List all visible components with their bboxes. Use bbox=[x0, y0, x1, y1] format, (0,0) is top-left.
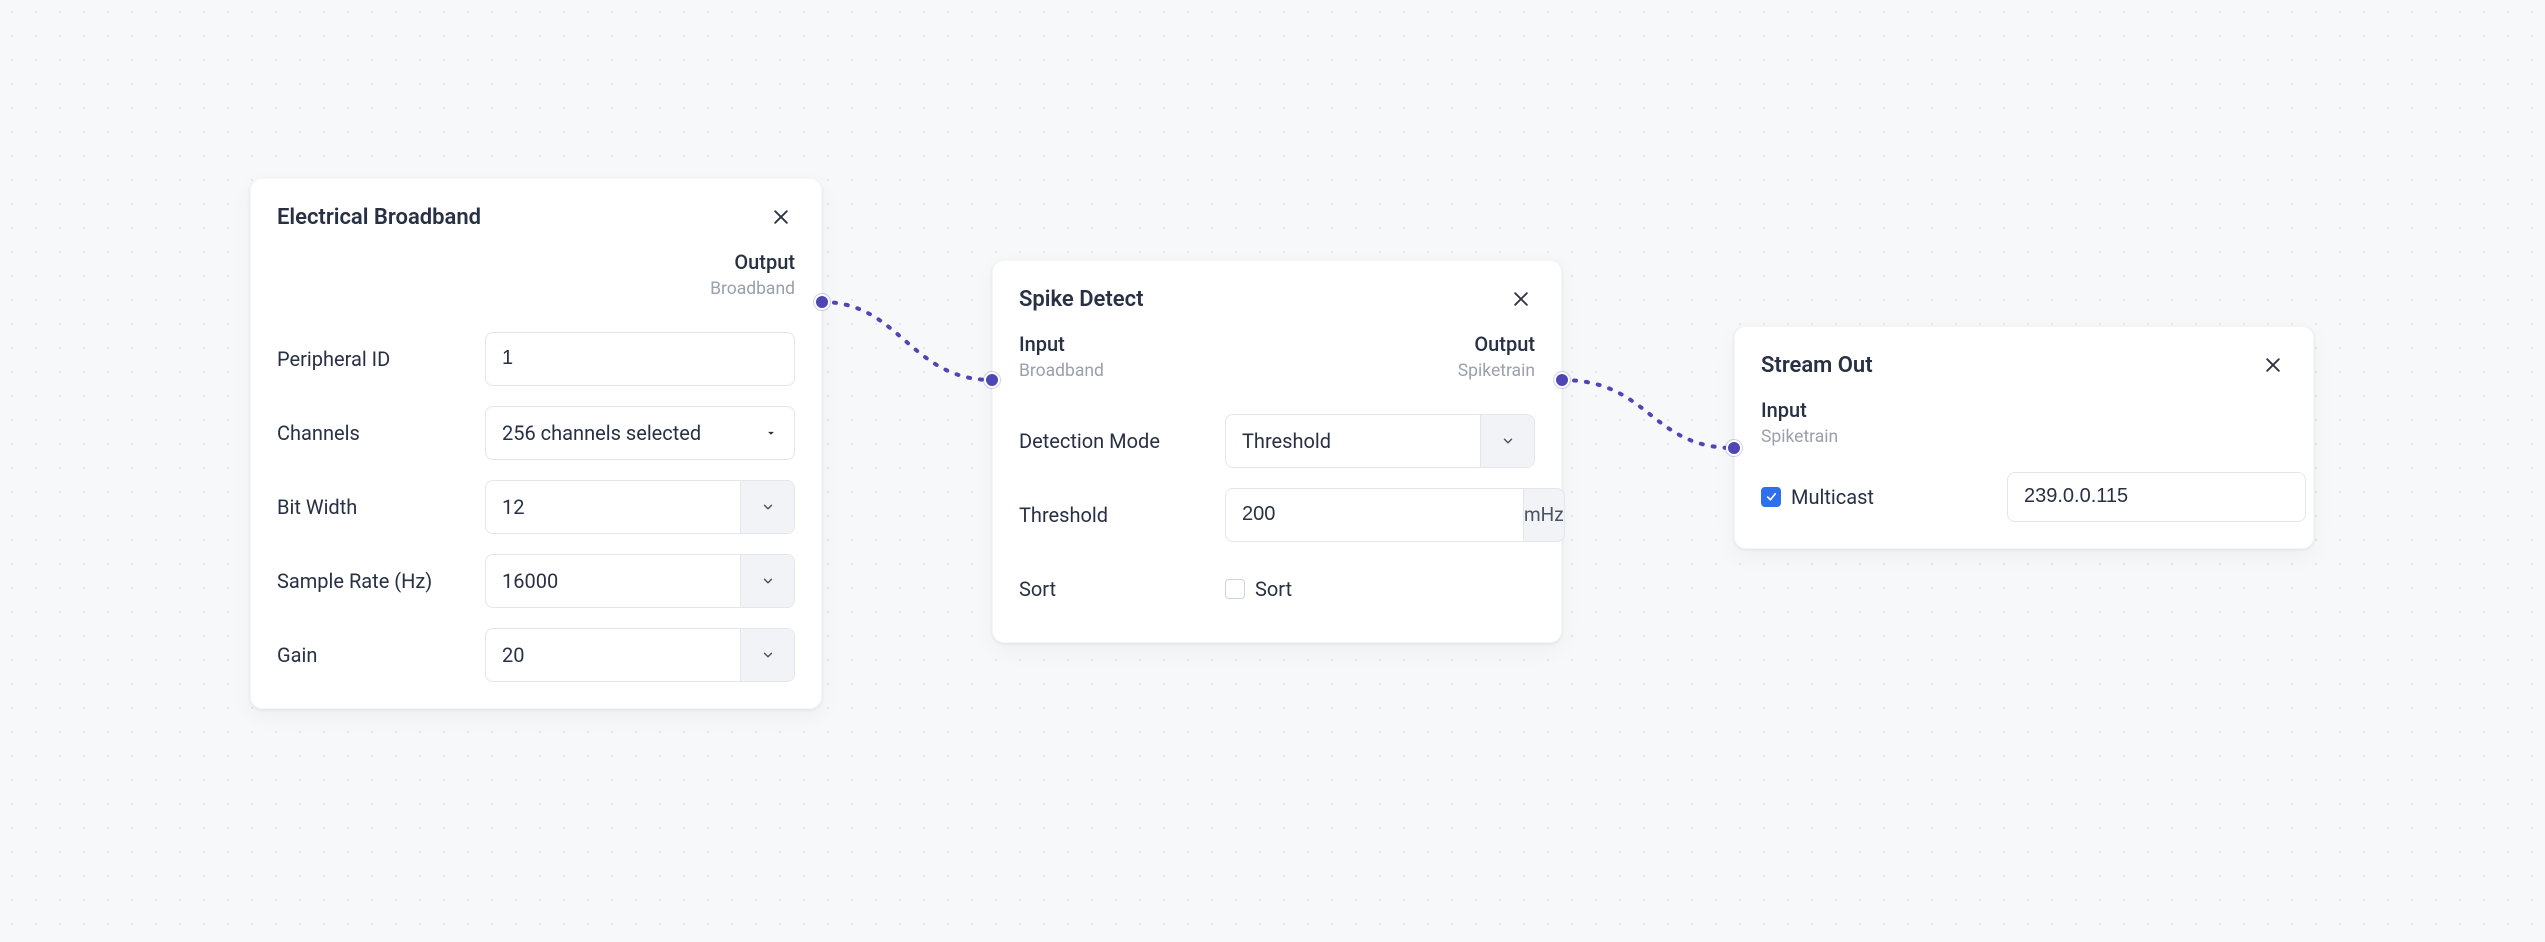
multicast-address-input[interactable] bbox=[2007, 472, 2306, 522]
bit-width-select[interactable]: 12 bbox=[485, 480, 795, 534]
bit-width-value: 12 bbox=[486, 481, 740, 533]
sample-rate-label: Sample Rate (Hz) bbox=[277, 569, 432, 593]
port-input-type: Broadband bbox=[1019, 360, 1104, 384]
chevron-down-icon bbox=[740, 481, 794, 533]
gain-label: Gain bbox=[277, 643, 317, 667]
node-title: Electrical Broadband bbox=[277, 205, 481, 230]
peripheral-id-input[interactable] bbox=[485, 332, 795, 386]
port-input-label: Input bbox=[1761, 397, 1838, 424]
chevron-down-icon bbox=[740, 629, 794, 681]
peripheral-id-label: Peripheral ID bbox=[277, 347, 390, 371]
port-dot-broadband-out[interactable] bbox=[814, 294, 830, 310]
check-icon bbox=[1765, 490, 1778, 503]
multicast-label: Multicast bbox=[1791, 485, 1874, 509]
wire-spiketrain bbox=[1562, 380, 1734, 448]
chevron-down-icon bbox=[740, 555, 794, 607]
sample-rate-value: 16000 bbox=[486, 555, 740, 607]
gain-value: 20 bbox=[486, 629, 740, 681]
detection-mode-select[interactable]: Threshold bbox=[1225, 414, 1535, 468]
threshold-unit: mHz bbox=[1524, 488, 1565, 542]
threshold-input[interactable] bbox=[1225, 488, 1524, 542]
channels-dropdown[interactable]: 256 channels selected bbox=[485, 406, 795, 460]
detection-mode-label: Detection Mode bbox=[1019, 429, 1160, 453]
close-button[interactable] bbox=[2259, 351, 2287, 379]
port-input[interactable]: Input Broadband bbox=[1019, 331, 1104, 384]
gain-select[interactable]: 20 bbox=[485, 628, 795, 682]
wire-broadband bbox=[822, 302, 992, 380]
bit-width-label: Bit Width bbox=[277, 495, 357, 519]
sort-checkbox-row[interactable]: Sort bbox=[1225, 577, 1292, 601]
channels-value: 256 channels selected bbox=[502, 421, 701, 445]
flow-canvas[interactable]: Electrical Broadband Output Broadband Pe… bbox=[0, 0, 2545, 942]
port-output-label: Output bbox=[1458, 331, 1535, 358]
node-electrical-broadband[interactable]: Electrical Broadband Output Broadband Pe… bbox=[250, 178, 822, 709]
port-input-label: Input bbox=[1019, 331, 1104, 358]
sample-rate-select[interactable]: 16000 bbox=[485, 554, 795, 608]
node-spike-detect[interactable]: Spike Detect Input Broadband Output Spik… bbox=[992, 260, 1562, 643]
close-icon bbox=[1511, 289, 1531, 309]
caret-down-icon bbox=[764, 426, 778, 440]
threshold-label: Threshold bbox=[1019, 503, 1108, 527]
port-output[interactable]: Output Broadband bbox=[710, 249, 795, 302]
port-output-label: Output bbox=[710, 249, 795, 276]
port-dot-spike-out[interactable] bbox=[1554, 372, 1570, 388]
chevron-down-icon bbox=[1480, 415, 1534, 467]
multicast-checkbox-row[interactable]: Multicast bbox=[1761, 485, 1874, 509]
port-output[interactable]: Output Spiketrain bbox=[1458, 331, 1535, 384]
port-output-type: Spiketrain bbox=[1458, 360, 1535, 384]
port-input-type: Spiketrain bbox=[1761, 426, 1838, 450]
close-icon bbox=[771, 207, 791, 227]
multicast-checkbox[interactable] bbox=[1761, 487, 1781, 507]
close-icon bbox=[2263, 355, 2283, 375]
sort-label: Sort bbox=[1019, 577, 1056, 601]
port-dot-spike-in[interactable] bbox=[984, 372, 1000, 388]
close-button[interactable] bbox=[767, 203, 795, 231]
node-title: Spike Detect bbox=[1019, 287, 1143, 312]
port-output-type: Broadband bbox=[710, 278, 795, 302]
close-button[interactable] bbox=[1507, 285, 1535, 313]
port-dot-stream-in[interactable] bbox=[1726, 440, 1742, 456]
detection-mode-value: Threshold bbox=[1226, 415, 1480, 467]
node-stream-out[interactable]: Stream Out Input Spiketrain Multicast bbox=[1734, 326, 2314, 549]
sort-checkbox-label: Sort bbox=[1255, 577, 1292, 601]
channels-label: Channels bbox=[277, 421, 360, 445]
sort-checkbox[interactable] bbox=[1225, 579, 1245, 599]
node-title: Stream Out bbox=[1761, 353, 1873, 378]
port-input[interactable]: Input Spiketrain bbox=[1761, 397, 1838, 450]
